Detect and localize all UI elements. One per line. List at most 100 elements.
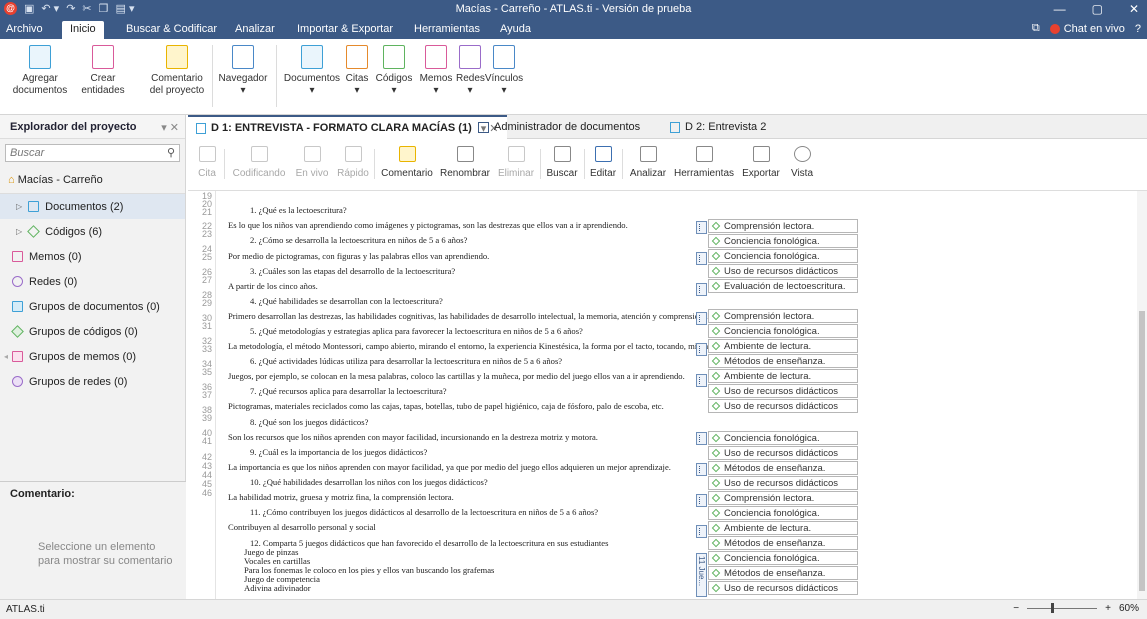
code-tag[interactable]: Uso de recursos didácticos bbox=[708, 581, 858, 595]
code-tag[interactable]: Conciencia fonológica. bbox=[708, 234, 858, 248]
code-tag[interactable]: Métodos de enseñanza. bbox=[708, 566, 858, 580]
code-tag[interactable]: Métodos de enseñanza. bbox=[708, 461, 858, 475]
zoom-out-button[interactable]: − bbox=[1013, 603, 1019, 614]
question-line[interactable]: 8. ¿Qué son los juegos didácticos? bbox=[250, 417, 368, 427]
code-tag[interactable]: Uso de recursos didácticos bbox=[708, 446, 858, 460]
codes-button[interactable]: Códigos ▾ bbox=[372, 45, 416, 97]
code-tag[interactable]: Comprensión lectora. bbox=[708, 491, 858, 505]
delete-button[interactable]: Eliminar bbox=[494, 146, 538, 179]
code-tag[interactable]: Métodos de enseñanza. bbox=[708, 536, 858, 550]
minimize-button[interactable]: — bbox=[1054, 2, 1066, 16]
explorer-item-documents[interactable]: ▷ Documentos (2) bbox=[0, 194, 185, 219]
coding-margin[interactable]: 11 Jue... Comprensión lectora. Conciencia … bbox=[688, 191, 1128, 599]
tools-button[interactable]: Herramientas bbox=[672, 146, 736, 179]
scrollbar-thumb[interactable] bbox=[1139, 311, 1145, 591]
code-tag[interactable]: Uso de recursos didácticos bbox=[708, 399, 858, 413]
live-coding-button[interactable]: En vivo bbox=[292, 146, 332, 179]
code-tag[interactable]: Conciencia fonológica. bbox=[708, 506, 858, 520]
explorer-item-memo-groups[interactable]: Grupos de memos (0) bbox=[0, 344, 185, 369]
menu-inicio[interactable]: Inicio bbox=[62, 21, 104, 39]
restore-button[interactable]: ▢ bbox=[1092, 2, 1103, 16]
code-tag[interactable]: Métodos de enseñanza. bbox=[708, 354, 858, 368]
quotation-marker-icon[interactable] bbox=[696, 494, 707, 507]
code-tag[interactable]: Comprensión lectora. bbox=[708, 219, 858, 233]
code-tag[interactable]: Uso de recursos didácticos bbox=[708, 264, 858, 278]
text-line[interactable]: La habilidad motriz, gruesa y motriz fin… bbox=[228, 492, 454, 502]
document-editor[interactable]: 19 20 21 22 23 24 25 26 27 28 29 30 31 32 33 34 35 36 37 38… bbox=[188, 191, 1137, 599]
menu-importar-exportar[interactable]: Importar & Exportar bbox=[297, 23, 393, 35]
code-tag[interactable]: Conciencia fonológica. bbox=[708, 249, 858, 263]
text-line[interactable]: Es lo que los niños van aprendiendo como… bbox=[228, 220, 628, 230]
quotations-button[interactable]: Citas ▾ bbox=[342, 45, 372, 97]
edit-button[interactable]: Editar bbox=[588, 146, 618, 179]
code-tag[interactable]: Conciencia fonológica. bbox=[708, 551, 858, 565]
networks-button[interactable]: Redes ▾ bbox=[456, 45, 485, 97]
explorer-item-code-groups[interactable]: Grupos de códigos (0) bbox=[0, 319, 185, 344]
question-line[interactable]: 4. ¿Qué habilidades se desarrollan con l… bbox=[250, 296, 443, 306]
menu-buscar-codificar[interactable]: Buscar & Codificar bbox=[126, 23, 217, 35]
search-button[interactable]: Buscar bbox=[544, 146, 580, 179]
menu-ayuda[interactable]: Ayuda bbox=[500, 23, 531, 35]
navigator-button[interactable]: Navegador ▾ bbox=[216, 45, 270, 97]
export-button[interactable]: Exportar bbox=[738, 146, 784, 179]
question-line[interactable]: 9. ¿Cuál es la importancia de los juegos… bbox=[250, 447, 427, 457]
quotation-marker-icon[interactable] bbox=[696, 525, 707, 538]
quotation-marker-icon[interactable] bbox=[696, 312, 707, 325]
text-line[interactable]: Son los recursos que los niños aprenden … bbox=[228, 432, 598, 442]
explorer-search-input[interactable]: Buscar ⚲ bbox=[5, 144, 180, 162]
question-line[interactable]: 5. ¿Qué metodologías y estrategias aplic… bbox=[250, 326, 583, 336]
zoom-in-button[interactable]: + bbox=[1105, 603, 1111, 614]
code-tag[interactable]: Comprensión lectora. bbox=[708, 309, 858, 323]
explorer-item-network-groups[interactable]: Grupos de redes (0) bbox=[0, 369, 185, 394]
coding-button[interactable]: Codificando bbox=[230, 146, 288, 179]
question-line[interactable]: 3. ¿Cuáles son las etapas del desarrollo… bbox=[250, 266, 455, 276]
add-documents-button[interactable]: Agregar documentos bbox=[8, 45, 72, 97]
links-button[interactable]: Vínculos ▾ bbox=[484, 45, 524, 97]
close-button[interactable]: ✕ bbox=[1129, 2, 1139, 16]
zoom-slider[interactable] bbox=[1027, 603, 1098, 613]
tab-document-manager[interactable]: Administrador de documentos bbox=[470, 115, 648, 139]
rename-button[interactable]: Renombrar bbox=[438, 146, 492, 179]
text-line[interactable]: La metodología, el método Montessori, ca… bbox=[228, 341, 719, 351]
code-tag[interactable]: Ambiente de lectura. bbox=[708, 369, 858, 383]
quotation-marker-icon[interactable] bbox=[696, 432, 707, 445]
code-tag[interactable]: Ambiente de lectura. bbox=[708, 339, 858, 353]
explorer-item-networks[interactable]: Redes (0) bbox=[0, 269, 185, 294]
comment-button[interactable]: Comentario bbox=[378, 146, 436, 179]
quotation-marker-icon[interactable] bbox=[696, 221, 707, 234]
explorer-close-icon[interactable]: ▾ ✕ bbox=[161, 121, 179, 134]
question-line[interactable]: 6. ¿Qué actividades lúdicas utiliza para… bbox=[250, 356, 562, 366]
menu-herramientas[interactable]: Herramientas bbox=[414, 23, 480, 35]
text-line[interactable]: Contribuyen al desarrollo personal y soc… bbox=[228, 522, 376, 532]
code-tag[interactable]: Conciencia fonológica. bbox=[708, 431, 858, 445]
quotation-marker-icon[interactable] bbox=[696, 343, 707, 356]
code-tag[interactable]: Evaluación de lectoescritura. bbox=[708, 279, 858, 293]
question-line[interactable]: 1. ¿Qué es la lectoescritura? bbox=[250, 205, 347, 215]
quotation-marker-icon[interactable] bbox=[696, 252, 707, 265]
question-line[interactable]: 12. Comparta 5 juegos didácticos que han… bbox=[250, 538, 608, 548]
text-line[interactable]: Pictogramas, materiales reciclados como … bbox=[228, 401, 664, 411]
tab-document-2[interactable]: D 2: Entrevista 2 bbox=[662, 115, 774, 139]
expand-icon[interactable]: ▷ bbox=[16, 202, 22, 211]
quotation-marker-icon[interactable] bbox=[696, 463, 707, 476]
tab-document-1[interactable]: D 1: ENTREVISTA - FORMATO CLARA MACÍAS (… bbox=[188, 115, 507, 139]
expand-icon[interactable]: ▷ bbox=[16, 227, 22, 236]
code-tag[interactable]: Conciencia fonológica. bbox=[708, 324, 858, 338]
text-line[interactable]: A partir de los cinco años. bbox=[228, 281, 318, 291]
question-line[interactable]: 2. ¿Cómo se desarrolla la lectoescritura… bbox=[250, 235, 467, 245]
view-button[interactable]: Vista bbox=[786, 146, 818, 179]
analyze-button[interactable]: Analizar bbox=[626, 146, 670, 179]
text-line[interactable]: Adivina adivinador bbox=[244, 583, 311, 593]
project-node[interactable]: ⌂ Macías - Carreño bbox=[0, 167, 185, 194]
help-icon[interactable]: ? bbox=[1135, 23, 1141, 35]
menu-archivo[interactable]: Archivo bbox=[6, 23, 43, 35]
document-text[interactable]: 1. ¿Qué es la lectoescritura? Es lo que l… bbox=[224, 191, 731, 599]
code-tag[interactable]: Uso de recursos didácticos bbox=[708, 384, 858, 398]
question-line[interactable]: 11. ¿Cómo contribuyen los juegos didácti… bbox=[250, 507, 598, 517]
documents-button[interactable]: Documentos ▾ bbox=[282, 45, 342, 97]
text-line[interactable]: Primero desarrollan las destrezas, las h… bbox=[228, 311, 731, 321]
explorer-item-document-groups[interactable]: Grupos de documentos (0) bbox=[0, 294, 185, 319]
explorer-item-memos[interactable]: Memos (0) bbox=[0, 244, 185, 269]
quotation-marker-icon[interactable] bbox=[696, 283, 707, 296]
text-line[interactable]: La importancia es que los niños aprenden… bbox=[228, 462, 671, 472]
